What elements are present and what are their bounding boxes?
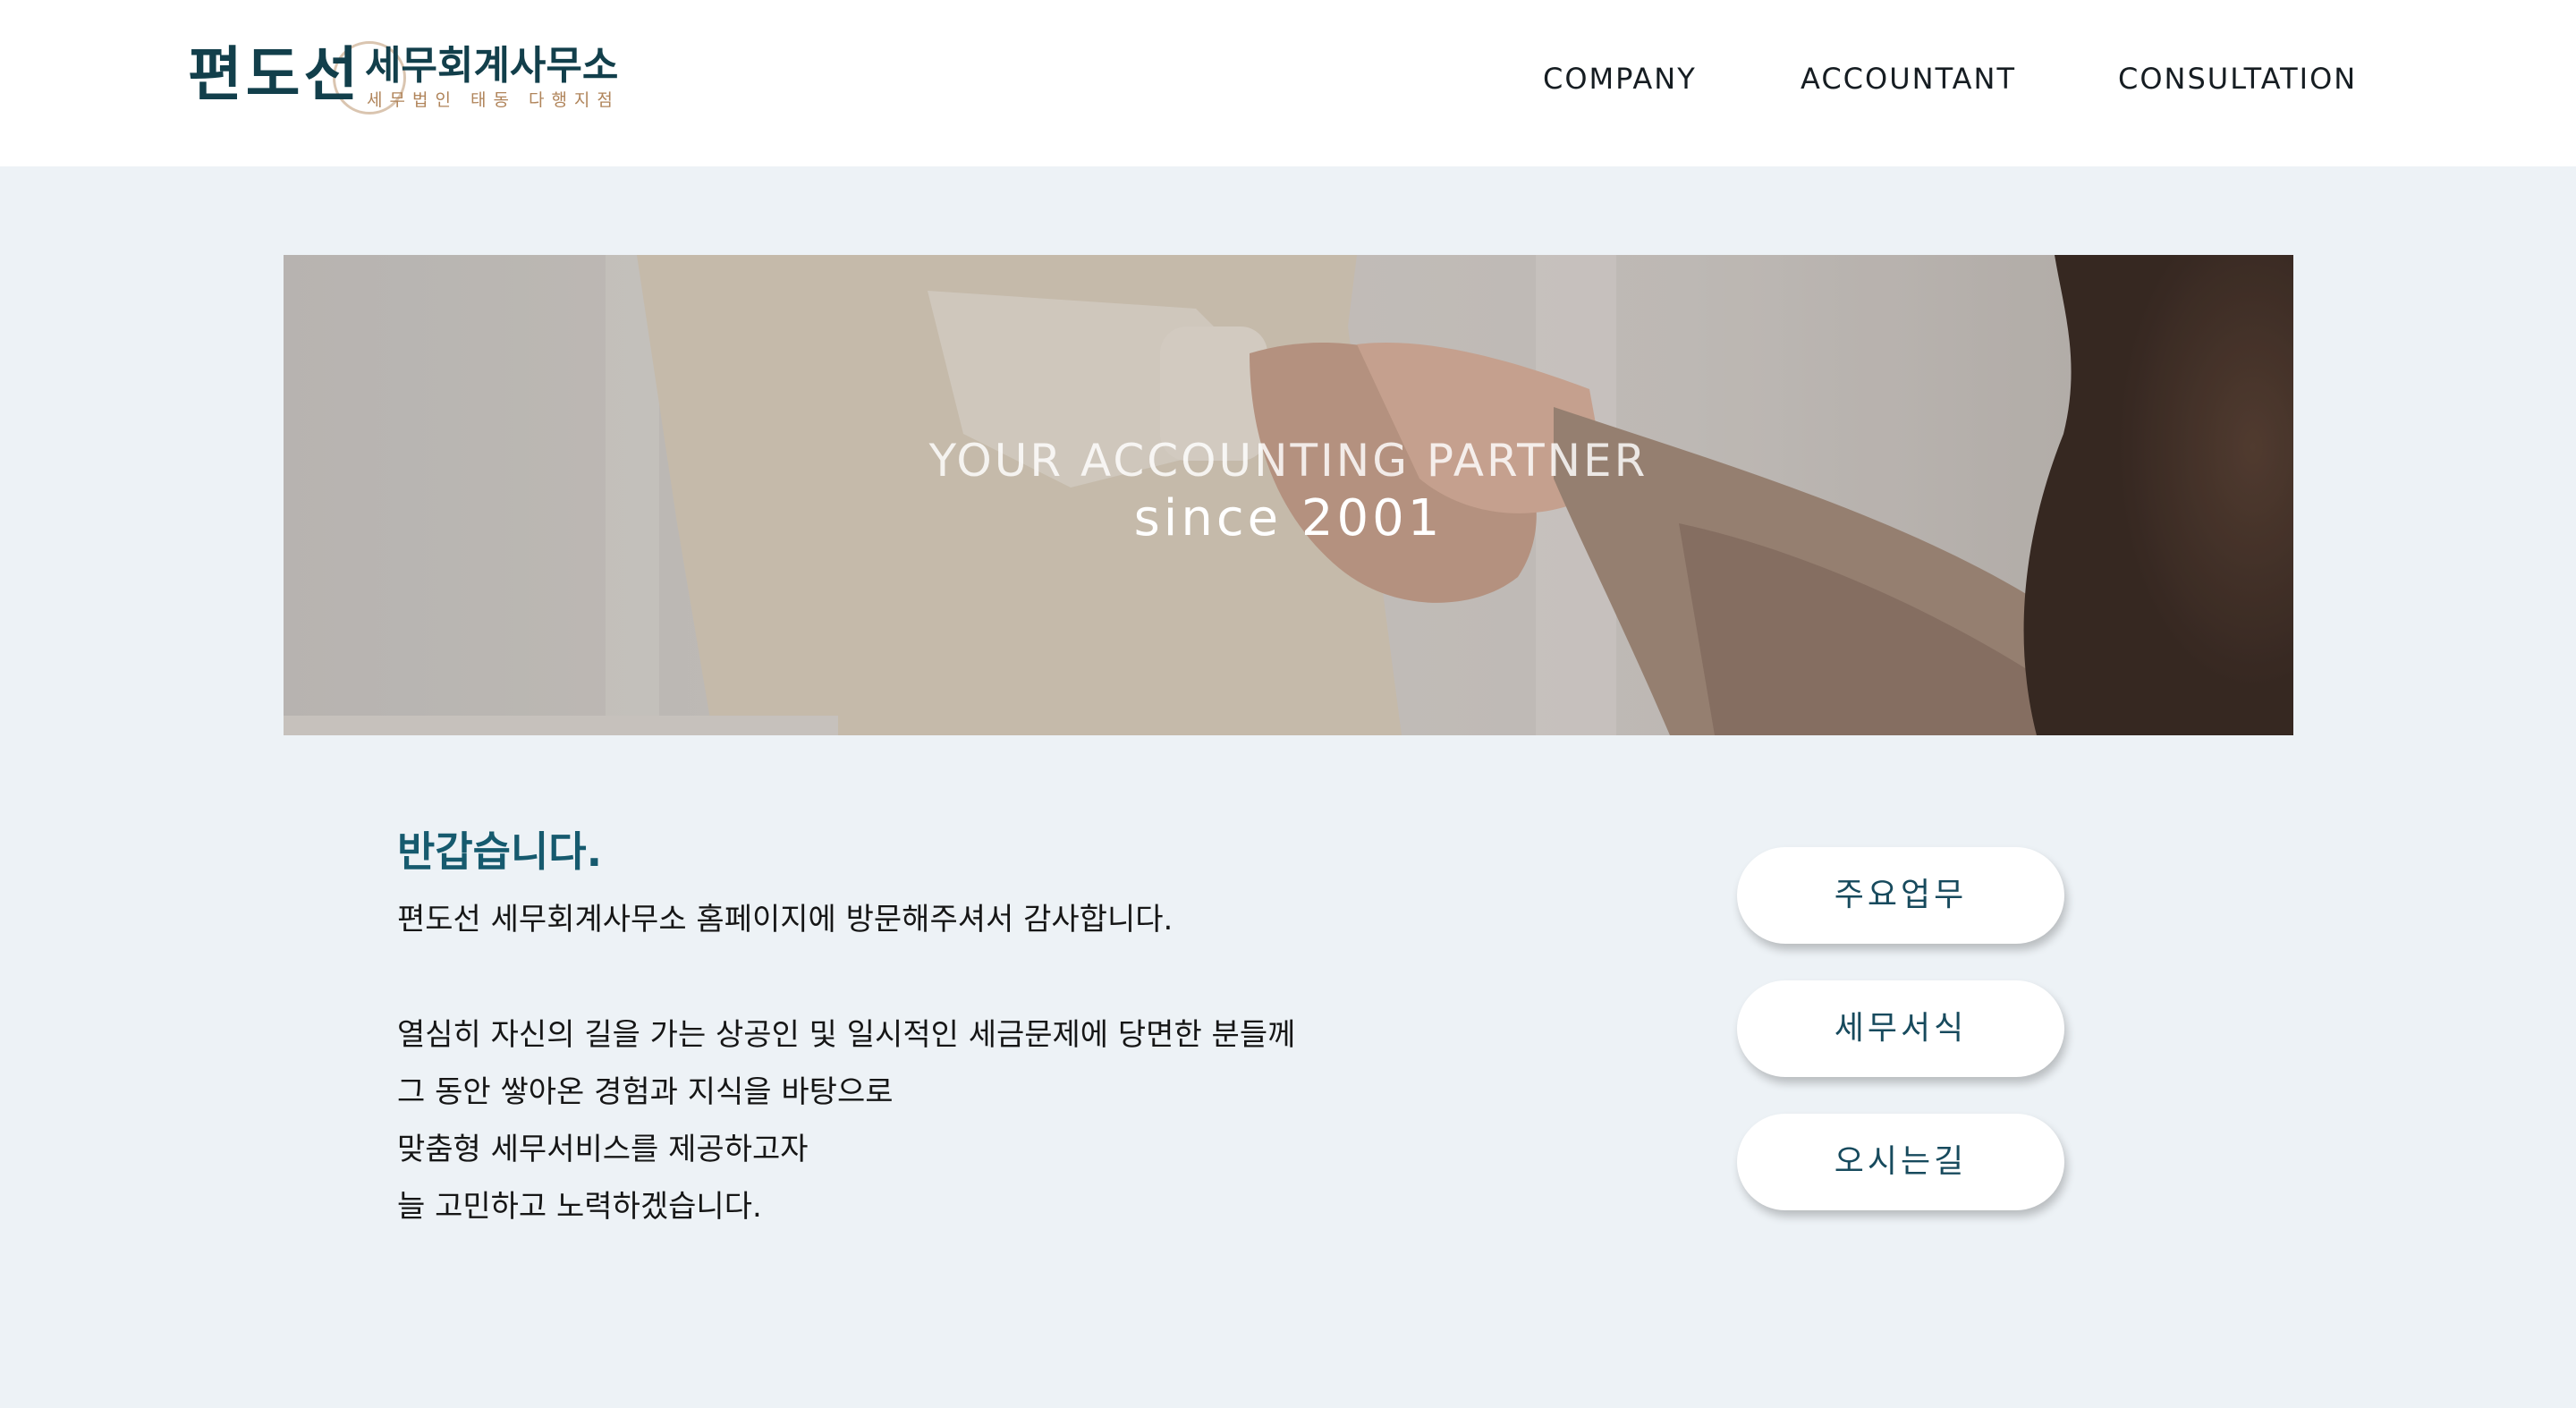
nav-consultation[interactable]: CONSULTATION: [2118, 59, 2357, 98]
logo-office: 세무회계사무소: [365, 43, 619, 89]
hero-title: YOUR ACCOUNTING PARTNER: [928, 435, 1648, 487]
directions-button[interactable]: 오시는길: [1737, 1114, 2064, 1210]
hero-since: since 2001: [1133, 489, 1444, 547]
intro-line: 편도선 세무회계사무소 홈페이지에 방문해주셔서 감사합니다.: [397, 902, 1174, 937]
hero-banner: YOUR ACCOUNTING PARTNER since 2001: [284, 255, 2293, 735]
intro-line: 열심히 자신의 길을 가는 상공인 및 일시적인 세금문제에 당면한 분들께: [397, 1017, 1296, 1053]
logo-subtitle: 세무법인 태동 다행지점: [367, 90, 620, 110]
nav-accountant[interactable]: ACCOUNTANT: [1801, 59, 2016, 98]
greeting-heading: 반갑습니다.: [397, 827, 603, 876]
site-logo[interactable]: 편도선 세무회계사무소 세무법인 태동 다행지점: [188, 39, 620, 129]
intro-line: 그 동안 쌓아온 경험과 지식을 바탕으로: [397, 1074, 894, 1110]
logo-name: 편도선: [188, 40, 362, 109]
main-services-button[interactable]: 주요업무: [1737, 847, 2064, 944]
tax-forms-button[interactable]: 세무서식: [1737, 980, 2064, 1077]
site-header: 편도선 세무회계사무소 세무법인 태동 다행지점 COMPANY ACCOUNT…: [0, 0, 2576, 166]
nav-company[interactable]: COMPANY: [1543, 59, 1697, 98]
intro-line: 늘 고민하고 노력하겠습니다.: [397, 1189, 762, 1225]
intro-line: 맞춤형 세무서비스를 제공하고자: [397, 1132, 809, 1167]
